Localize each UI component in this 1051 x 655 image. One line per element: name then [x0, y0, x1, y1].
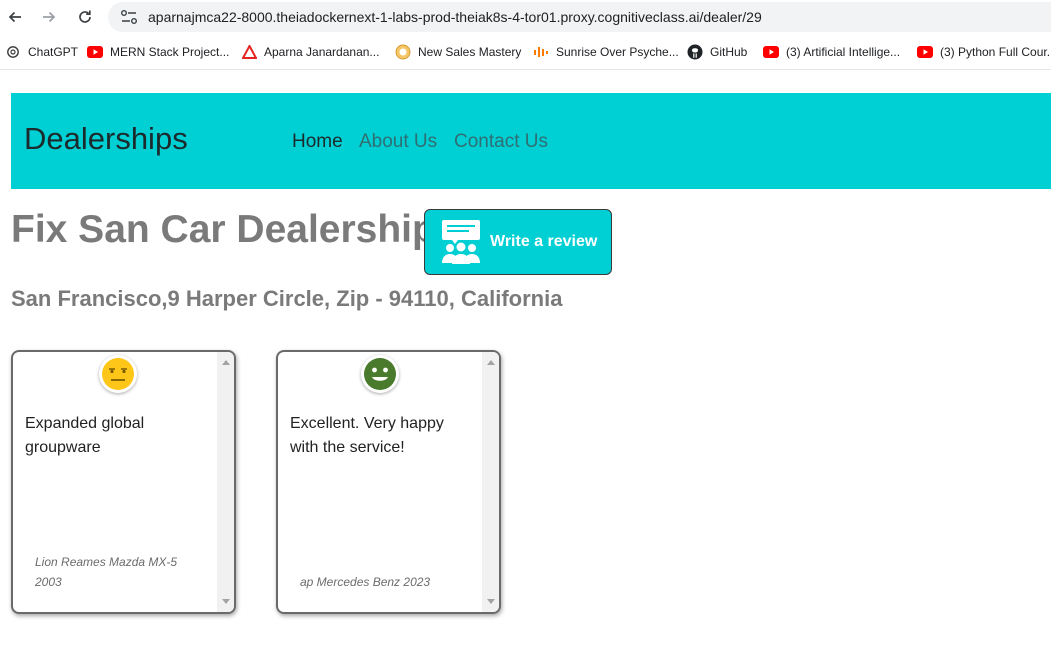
scroll-up-arrow-icon[interactable] [222, 360, 230, 365]
write-review-button[interactable]: Write a review [424, 209, 612, 275]
nav-home-link[interactable]: Home [292, 131, 343, 153]
reload-button[interactable] [72, 4, 98, 30]
bookmark-chatgpt[interactable]: ChatGPT [5, 44, 78, 60]
bookmark-label: MERN Stack Project... [110, 45, 230, 59]
scroll-up-arrow-icon[interactable] [487, 360, 495, 365]
review-card[interactable]: Expanded global groupware Lion Reames Ma… [11, 350, 236, 614]
back-arrow-icon [8, 11, 21, 23]
nav-contact-link[interactable]: Contact Us [454, 131, 548, 153]
bookmark-sales-mastery[interactable]: New Sales Mastery [395, 44, 521, 60]
bookmark-label: Sunrise Over Psyche... [556, 45, 679, 59]
forward-button[interactable] [36, 4, 62, 30]
site-navbar: Dealerships Home About Us Contact Us [11, 93, 1051, 189]
neutral-face-icon [99, 355, 137, 393]
review-text: Excellent. Very happy with the service! [290, 415, 444, 456]
bookmark-aparna[interactable]: Aparna Janardanan... [241, 44, 379, 60]
bookmark-label: Aparna Janardanan... [264, 45, 380, 59]
nav-about-link[interactable]: About Us [359, 131, 437, 153]
address-bar[interactable]: aparnajmca22-8000.theiadockernext-1-labs… [108, 2, 1051, 32]
review-card[interactable]: Excellent. Very happy with the service! … [276, 350, 501, 614]
url-text: aparnajmca22-8000.theiadockernext-1-labs… [148, 9, 762, 25]
bookmark-python[interactable]: (3) Python Full Cour... [917, 44, 1051, 60]
bookmarks-bar: ChatGPT MERN Stack Project... Aparna Jan… [0, 34, 1051, 70]
review-car: Lion Reames Mazda MX-5 2003 [35, 555, 178, 589]
bookmark-label: (3) Python Full Cour... [940, 45, 1051, 59]
dealer-address: San Francisco,9 Harper Circle, Zip - 941… [11, 286, 563, 311]
bookmark-label: ChatGPT [28, 45, 79, 59]
review-scrollbar[interactable] [217, 352, 234, 612]
reload-icon [79, 10, 91, 23]
review-car: ap Mercedes Benz 2023 [300, 575, 431, 589]
bookmark-ai[interactable]: (3) Artificial Intellige... [763, 44, 900, 60]
brand-title[interactable]: Dealerships [24, 121, 188, 157]
bookmark-label: New Sales Mastery [418, 45, 522, 59]
review-text: Expanded global groupware [25, 415, 145, 456]
course-icon [395, 44, 411, 60]
github-icon [687, 44, 703, 60]
smiling-face-icon [361, 355, 399, 393]
dealer-name: Fix San Car Dealership [11, 208, 436, 251]
review-group-icon [442, 220, 480, 264]
bookmark-sunrise[interactable]: Sunrise Over Psyche... [533, 44, 679, 60]
scroll-down-arrow-icon[interactable] [487, 599, 495, 604]
bookmark-label: GitHub [710, 45, 748, 59]
youtube-icon [917, 44, 933, 60]
browser-toolbar: aparnajmca22-8000.theiadockernext-1-labs… [0, 0, 1051, 34]
bookmark-label: (3) Artificial Intellige... [786, 45, 901, 59]
review-scrollbar[interactable] [482, 352, 499, 612]
site-info-icon[interactable] [120, 9, 138, 25]
scroll-down-arrow-icon[interactable] [222, 599, 230, 604]
bookmark-mern-stack[interactable]: MERN Stack Project... [87, 44, 229, 60]
back-button[interactable] [2, 4, 28, 30]
write-review-label: Write a review [490, 233, 598, 250]
bookmark-github[interactable]: GitHub [687, 44, 747, 60]
youtube-icon [87, 44, 103, 60]
audio-icon [533, 44, 549, 60]
chatgpt-icon [5, 44, 21, 60]
coursera-icon [241, 44, 257, 60]
youtube-icon [763, 44, 779, 60]
forward-arrow-icon [43, 11, 56, 23]
